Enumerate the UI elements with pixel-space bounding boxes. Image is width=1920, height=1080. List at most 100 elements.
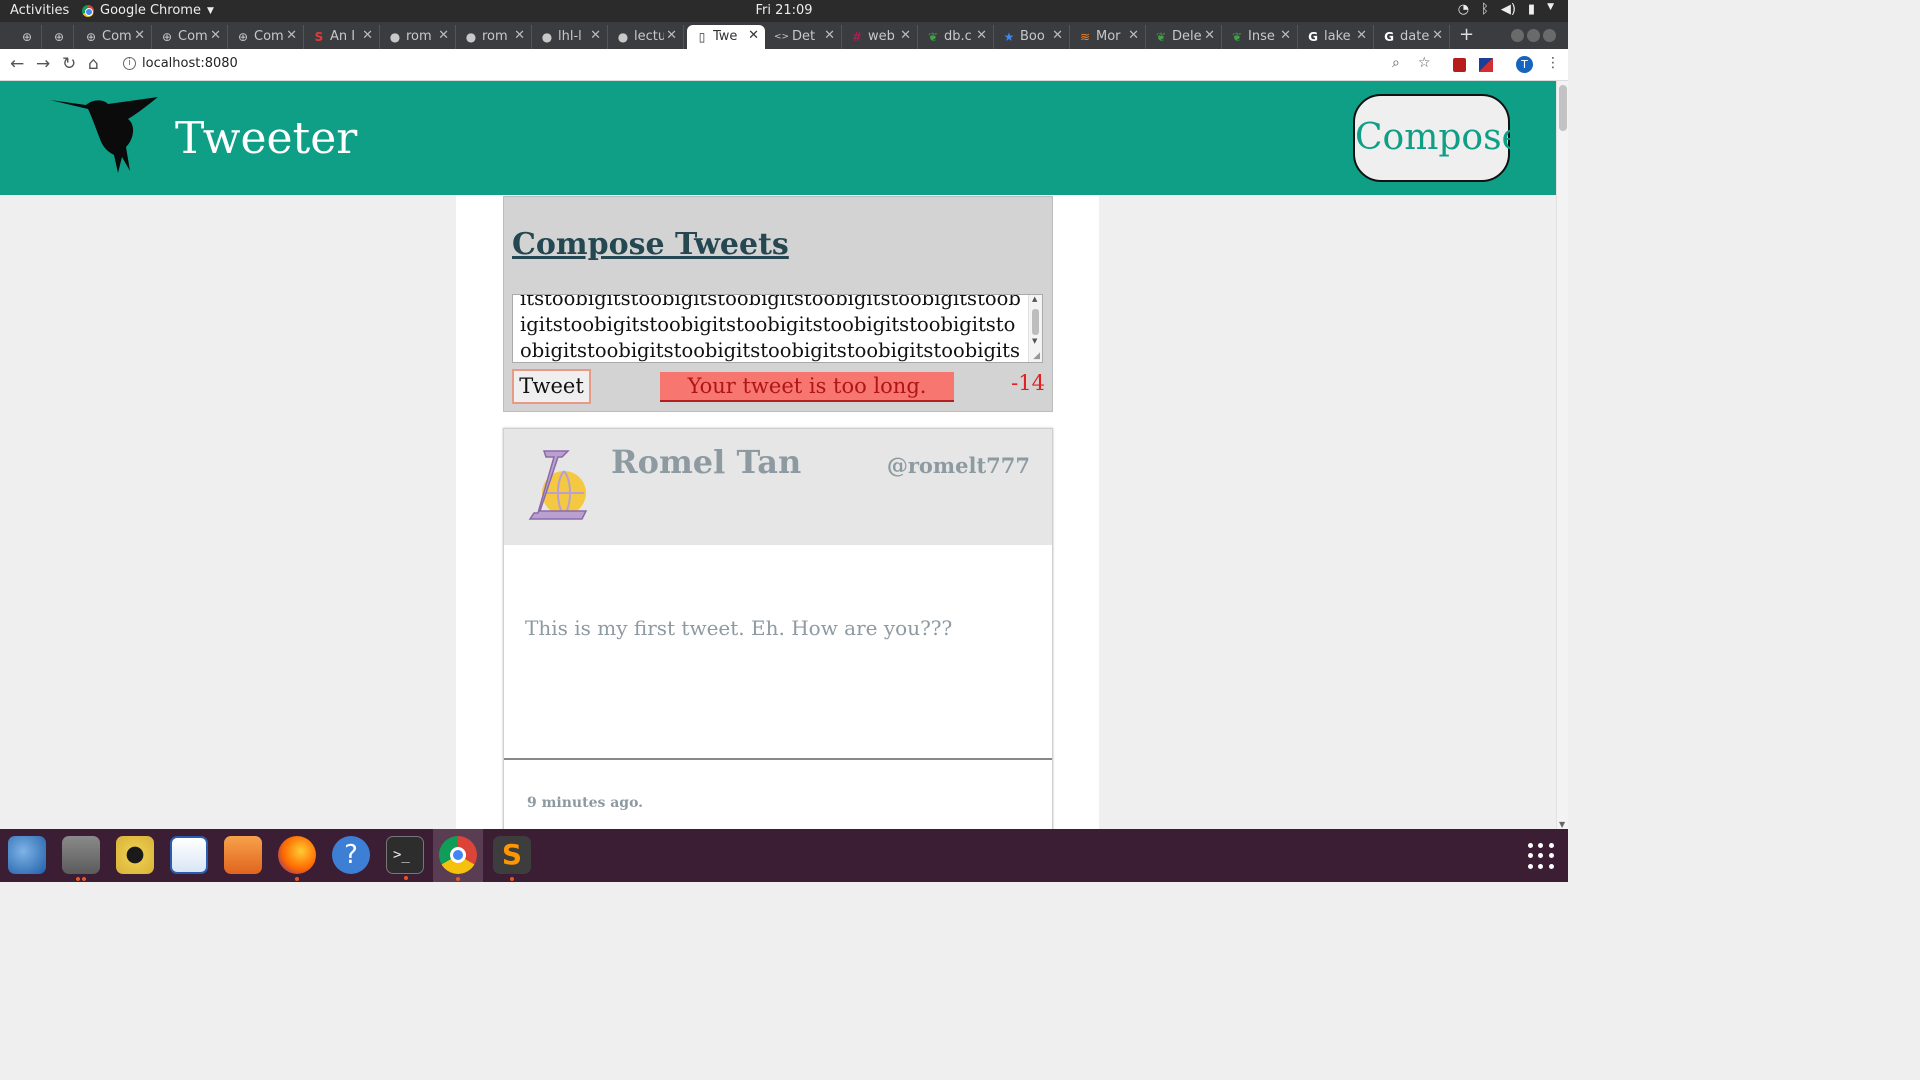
firefox-icon[interactable] xyxy=(278,836,316,881)
browser-tab[interactable]: ★ Boo ✕ xyxy=(994,25,1070,49)
browser-tab[interactable]: ⊕ xyxy=(12,25,42,49)
bluetooth-icon: ᛒ xyxy=(1481,2,1489,17)
page-icon: ⊕ xyxy=(237,30,249,44)
back-arrow-icon[interactable]: ← xyxy=(10,54,24,74)
close-icon[interactable]: ✕ xyxy=(134,28,145,43)
browser-tab[interactable]: ❦ db.c ✕ xyxy=(918,25,994,49)
browser-tab[interactable]: # web ✕ xyxy=(842,25,918,49)
tab-title: date xyxy=(1400,29,1430,44)
browser-tab[interactable]: ❦ Dele ✕ xyxy=(1146,25,1222,49)
browser-tab[interactable]: S An I ✕ xyxy=(304,25,380,49)
browser-tab[interactable]: ⊕ Com ✕ xyxy=(152,25,228,49)
browser-tab[interactable]: ≋ Mor ✕ xyxy=(1070,25,1146,49)
bookmark-star-icon[interactable]: ☆ xyxy=(1418,55,1431,71)
close-icon[interactable]: ✕ xyxy=(286,28,297,43)
close-icon[interactable]: ✕ xyxy=(1204,28,1215,43)
compose-button[interactable]: Compose xyxy=(1353,94,1523,182)
browser-tab[interactable]: ❦ Inse ✕ xyxy=(1222,25,1298,49)
chrome-icon[interactable] xyxy=(439,836,477,881)
main-container: Compose Tweets itstoobigitstoobigitstoob… xyxy=(456,195,1099,829)
reload-icon[interactable]: ↻ xyxy=(62,54,76,74)
home-icon[interactable]: ⌂ xyxy=(88,54,99,74)
system-tray[interactable]: ◔ ᛒ ◀) ▮ ▼ xyxy=(1458,2,1554,17)
close-icon[interactable]: ✕ xyxy=(748,28,759,43)
browser-tab[interactable]: ⊕ Com ✕ xyxy=(228,25,304,49)
browser-tab[interactable]: Gdate ✕ xyxy=(1374,25,1450,49)
close-icon[interactable]: ✕ xyxy=(514,28,525,43)
extension-flag-icon[interactable] xyxy=(1479,58,1493,72)
brand-title: Tweeter xyxy=(175,113,358,164)
close-icon[interactable]: ✕ xyxy=(210,28,221,43)
tab-title: rom xyxy=(406,29,432,44)
browser-tab[interactable]: ● lectu ✕ xyxy=(608,25,684,49)
browser-tab[interactable]: <> Det ✕ xyxy=(766,25,842,49)
browser-toolbar: ← → ↻ ⌂ i localhost:8080 ⌕ ☆ T ⋮ xyxy=(0,49,1568,81)
software-icon[interactable] xyxy=(224,836,262,874)
close-icon[interactable]: ✕ xyxy=(362,28,373,43)
close-icon[interactable]: ✕ xyxy=(438,28,449,43)
address-bar[interactable]: localhost:8080 xyxy=(142,56,238,71)
browser-tab[interactable]: ⊕ xyxy=(44,25,74,49)
writer-icon[interactable] xyxy=(170,836,208,874)
scrollbar-thumb[interactable] xyxy=(1559,85,1567,131)
page-scrollbar[interactable]: ▼ xyxy=(1556,81,1568,829)
tab-title: web xyxy=(868,29,895,44)
grid-dot xyxy=(1538,853,1544,859)
sublime-icon[interactable]: S xyxy=(493,836,531,881)
browser-tab[interactable]: ● rom ✕ xyxy=(456,25,532,49)
browser-tab[interactable]: ● rom ✕ xyxy=(380,25,456,49)
dropdown-arrow-icon: ▼ xyxy=(1547,2,1554,12)
terminal-icon[interactable]: >_ xyxy=(386,836,424,880)
maximize-button[interactable] xyxy=(1527,29,1540,42)
minimize-button[interactable] xyxy=(1511,29,1524,42)
github-icon: ● xyxy=(389,30,401,44)
clock[interactable]: Fri 21:09 xyxy=(0,3,1568,18)
scrollbar-thumb[interactable] xyxy=(1032,309,1039,335)
show-applications-icon[interactable] xyxy=(1528,843,1554,869)
tab-title: An I xyxy=(330,29,356,44)
close-icon[interactable]: ✕ xyxy=(900,28,911,43)
page-viewport: Tweeter Compose Compose Tweets itstoobig… xyxy=(0,81,1556,829)
forward-arrow-icon[interactable]: → xyxy=(36,54,50,74)
thunderbird-icon[interactable] xyxy=(8,836,46,874)
browser-tab-active[interactable]: ▯ Twe ✕ xyxy=(687,25,765,49)
close-icon[interactable]: ✕ xyxy=(1280,28,1291,43)
close-icon[interactable]: ✕ xyxy=(1432,28,1443,43)
tab-title: Com xyxy=(102,29,132,44)
extension-icon[interactable] xyxy=(1453,58,1466,72)
close-icon[interactable]: ✕ xyxy=(976,28,987,43)
info-icon[interactable]: i xyxy=(123,57,136,70)
zoom-icon[interactable]: ⌕ xyxy=(1392,55,1400,71)
new-tab-button[interactable]: + xyxy=(1459,24,1474,45)
close-icon[interactable]: ✕ xyxy=(824,28,835,43)
page-icon: ⊕ xyxy=(161,30,173,44)
browser-tab[interactable]: ● lhl-l ✕ xyxy=(532,25,608,49)
close-icon[interactable]: ✕ xyxy=(666,28,677,43)
browser-tab[interactable]: Glake ✕ xyxy=(1298,25,1374,49)
kebab-menu-icon[interactable]: ⋮ xyxy=(1546,55,1560,71)
resize-grip-icon[interactable]: ◢ xyxy=(1033,351,1040,361)
activities-button[interactable]: Activities xyxy=(10,3,69,18)
chrome-center xyxy=(450,847,466,863)
profile-avatar[interactable]: T xyxy=(1516,56,1533,73)
divider xyxy=(504,758,1052,760)
running-indicator xyxy=(404,876,408,880)
tweet-button[interactable]: Tweet xyxy=(512,369,591,404)
close-icon[interactable]: ✕ xyxy=(1052,28,1063,43)
tweet-textarea[interactable]: itstoobigitstoobigitstoobigitstoobigitst… xyxy=(512,294,1043,363)
scroll-down-icon[interactable]: ▼ xyxy=(1559,820,1565,829)
close-icon[interactable]: ✕ xyxy=(1128,28,1139,43)
close-icon[interactable]: ✕ xyxy=(590,28,601,43)
tab-title: db.c xyxy=(944,29,972,44)
app-menu[interactable]: Google Chrome ▼ xyxy=(82,3,214,18)
scroll-down-icon[interactable]: ▼ xyxy=(1032,337,1037,345)
tweet-textarea-value: itstoobigitstoobigitstoobigitstoobigitst… xyxy=(520,294,1021,362)
help-icon[interactable]: ? xyxy=(332,836,370,874)
files-icon[interactable] xyxy=(62,836,100,881)
rhythmbox-icon[interactable] xyxy=(116,836,154,874)
browser-tab[interactable]: ⊕ Com ✕ xyxy=(76,25,152,49)
close-window-button[interactable] xyxy=(1543,29,1556,42)
close-icon[interactable]: ✕ xyxy=(1356,28,1367,43)
tweet-timestamp: 9 minutes ago. xyxy=(527,795,644,811)
scroll-up-icon[interactable]: ▲ xyxy=(1032,295,1037,303)
